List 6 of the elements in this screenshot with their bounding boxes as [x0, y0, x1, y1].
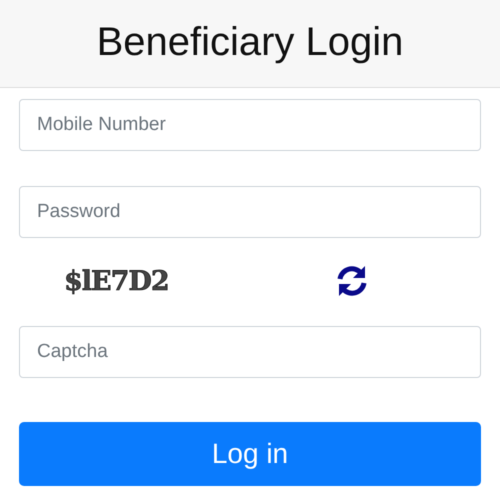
captcha-image-text: $lE7D2 [64, 266, 170, 296]
mobile-number-field[interactable]: Mobile Number [19, 99, 481, 151]
page-title: Beneficiary Login [96, 20, 404, 66]
login-button[interactable]: Log in [19, 422, 481, 486]
password-field[interactable]: Password [19, 186, 481, 238]
captcha-field[interactable]: Captcha [19, 326, 481, 378]
